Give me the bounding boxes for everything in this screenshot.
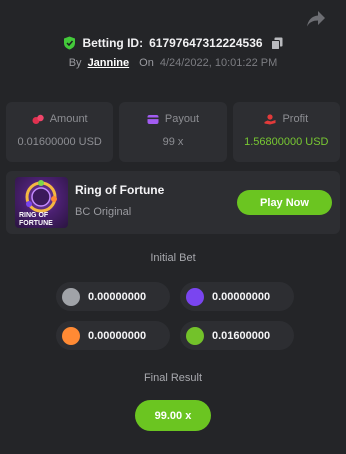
payout-value: 99 x <box>162 136 184 148</box>
orange-dot-icon <box>62 326 80 345</box>
betting-id-label: Betting ID: <box>82 36 144 50</box>
bet-details-panel: Betting ID: 61797647312224536 By Jannine… <box>0 0 346 454</box>
final-result-label: Final Result <box>143 372 203 384</box>
wallet-icon <box>147 114 159 125</box>
thumb-text-bottom: FORTUNE <box>19 220 53 227</box>
bet-chip-orange: 0.00000000 <box>56 321 170 350</box>
username-link[interactable]: Jannine <box>88 57 130 69</box>
coins-icon <box>32 114 44 125</box>
final-result-badge: 99.00 x <box>135 400 211 431</box>
profit-label: Profit <box>282 113 309 125</box>
game-card: RING OF FORTUNE Ring of Fortune BC Origi… <box>6 171 340 234</box>
profit-value: 1.56800000 USD <box>244 136 329 148</box>
betting-id-row: Betting ID: 61797647312224536 <box>0 36 346 50</box>
play-now-button[interactable]: Play Now <box>237 190 332 215</box>
bet-chip-grey: 0.00000000 <box>56 282 170 311</box>
game-subtitle: BC Original <box>75 206 132 218</box>
amount-value: 0.01600000 USD <box>17 136 102 148</box>
payout-label: Payout <box>164 113 200 125</box>
thumb-text-top: RING OF <box>19 212 49 219</box>
amount-stat: Amount 0.01600000 USD <box>6 102 114 162</box>
bet-amount: 0.00000000 <box>88 290 147 303</box>
bet-amount: 0.00000000 <box>212 290 271 303</box>
bet-chip-purple: 0.00000000 <box>180 282 294 311</box>
on-label: On <box>139 57 154 69</box>
bet-datetime: 4/24/2022, 10:01:22 PM <box>159 57 278 69</box>
initial-bet-label: Initial Bet <box>150 252 196 264</box>
payout-stat: Payout 99 x <box>119 102 227 162</box>
game-thumbnail[interactable]: RING OF FORTUNE <box>15 177 68 228</box>
purple-dot-icon <box>186 287 204 306</box>
shield-check-icon <box>63 36 76 50</box>
amount-label: Amount <box>49 113 88 125</box>
by-label: By <box>68 57 82 69</box>
hand-coins-icon <box>264 113 276 125</box>
bet-amount: 0.01600000 <box>212 329 271 342</box>
bet-chip-green: 0.01600000 <box>180 321 294 350</box>
copy-icon[interactable] <box>270 37 283 50</box>
grey-dot-icon <box>62 287 80 306</box>
stats-row: Amount 0.01600000 USD Payout 99 x Profit… <box>6 102 340 162</box>
bet-meta-row: By Jannine On 4/24/2022, 10:01:22 PM <box>0 57 346 69</box>
profit-stat: Profit 1.56800000 USD <box>232 102 340 162</box>
bet-amount: 0.00000000 <box>88 329 147 342</box>
green-dot-icon <box>186 326 204 345</box>
betting-id-value: 61797647312224536 <box>149 36 263 50</box>
game-title[interactable]: Ring of Fortune <box>75 183 164 197</box>
share-icon[interactable] <box>306 10 326 28</box>
